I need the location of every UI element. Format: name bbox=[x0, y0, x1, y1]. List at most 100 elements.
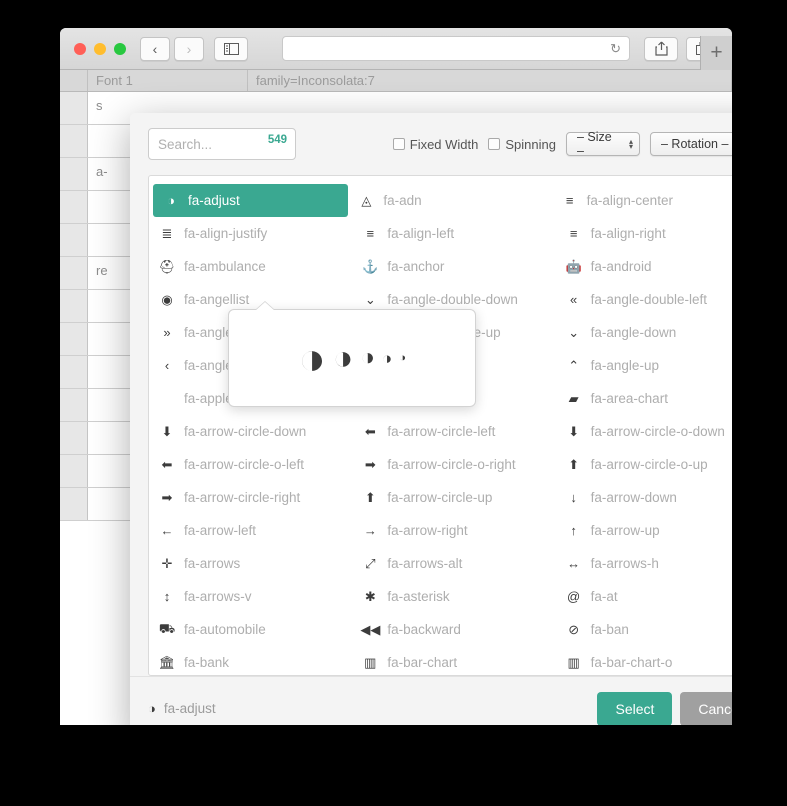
adn-icon: ◬ bbox=[361, 192, 372, 208]
fixed-width-checkbox[interactable] bbox=[392, 138, 405, 150]
modal-footer: ◑ fa-adjust Select Cancel bbox=[130, 676, 732, 725]
sidebar-toggle-icon[interactable] bbox=[214, 36, 248, 61]
icon-list-item[interactable]: ⌄ fa-angle-down bbox=[556, 316, 732, 349]
icon-list-item[interactable]: ◬ fa-adn bbox=[348, 184, 551, 217]
select-button[interactable]: Select bbox=[597, 691, 673, 725]
icon-name-label: fa-bar-chart bbox=[387, 655, 458, 670]
icon-list-item[interactable]: ◀◀ fa-backward bbox=[352, 613, 555, 646]
icon-list-item[interactable]: ⬅ fa-arrow-circle-left bbox=[352, 415, 555, 448]
icon-row: ⛑ fa-ambulance ⚓ fa-anchor 🤖 fa-android bbox=[149, 250, 732, 283]
new-tab-button[interactable]: + bbox=[700, 36, 732, 70]
window-controls[interactable] bbox=[74, 42, 126, 55]
row-gutter bbox=[60, 455, 88, 487]
icon-list-item[interactable]: ⛑ fa-ambulance bbox=[149, 250, 352, 283]
icon-list-item[interactable]: ⛟ fa-automobile bbox=[149, 613, 352, 646]
icon-list-item[interactable]: ⚓ fa-anchor bbox=[352, 250, 555, 283]
row-gutter bbox=[60, 422, 88, 454]
row-gutter bbox=[60, 158, 88, 190]
sidebar-icon bbox=[223, 42, 239, 55]
bar-chart-icon: ▥ bbox=[364, 654, 377, 670]
search-field-wrapper[interactable]: 549 bbox=[148, 128, 335, 160]
arrows-v-icon: ↕ bbox=[163, 589, 171, 604]
icon-name-label: fa-angellist bbox=[184, 292, 250, 307]
spinning-checkbox-group[interactable]: Spinning bbox=[488, 137, 556, 152]
spinning-checkbox[interactable] bbox=[488, 138, 501, 150]
footer-selected-icon-label: fa-adjust bbox=[163, 701, 216, 716]
arrows-alt-icon: ⤢ bbox=[365, 555, 376, 571]
icon-list-item[interactable]: ↓ fa-arrow-down bbox=[556, 481, 732, 514]
icon-list-item[interactable]: ⤢ fa-arrows-alt bbox=[352, 547, 555, 580]
icon-list-item[interactable]: ⬇ fa-arrow-circle-o-down bbox=[556, 415, 732, 448]
icon-list-item[interactable]: ▥ fa-bar-chart-o bbox=[556, 646, 732, 675]
close-window-button[interactable] bbox=[74, 42, 86, 55]
spreadsheet-header-row: Font 1 family=Inconsolata:7 bbox=[60, 70, 732, 92]
icon-name-label: fa-adn bbox=[383, 193, 422, 208]
arrow-circle-up-icon: ⬆ bbox=[364, 489, 376, 505]
forward-button[interactable]: › bbox=[174, 36, 204, 61]
icon-list-item[interactable]: ⊘ fa-ban bbox=[556, 613, 732, 646]
arrow-circle-down-icon: ⬇ bbox=[161, 423, 173, 439]
fixed-width-checkbox-group[interactable]: Fixed Width bbox=[392, 137, 478, 152]
cancel-button[interactable]: Cancel bbox=[680, 691, 732, 725]
icon-name-label: fa-backward bbox=[387, 622, 461, 637]
icon-name-label: fa-angle-up bbox=[590, 358, 659, 373]
search-input[interactable] bbox=[158, 136, 335, 152]
icon-name-label: fa-arrow-circle-down bbox=[184, 424, 307, 439]
navigation-buttons[interactable]: ‹ › bbox=[140, 36, 204, 61]
icon-list-item[interactable]: ≣ fa-align-justify bbox=[149, 217, 352, 250]
url-address-bar[interactable]: ↻ bbox=[282, 36, 630, 61]
rotation-select[interactable]: – Rotation – ▴▾ bbox=[650, 132, 732, 156]
adjust-icon: ◑ bbox=[148, 701, 156, 716]
icon-list-item[interactable]: ▰ fa-area-chart bbox=[556, 382, 732, 415]
arrow-circle-right-icon: ➡ bbox=[161, 489, 173, 505]
icon-list-item[interactable]: ↔ fa-arrows-h bbox=[556, 547, 732, 580]
icon-name-label: fa-align-left bbox=[387, 226, 455, 241]
minimize-window-button[interactable] bbox=[94, 42, 106, 55]
icon-picker-modal: 549 Fixed Width Spinning – Size – ▴▾ – R… bbox=[130, 113, 732, 725]
icon-row: 🏛 fa-bank ▥ fa-bar-chart ▥ fa-bar-chart-o bbox=[149, 646, 732, 675]
icon-list-item[interactable]: ≡ fa-align-center bbox=[552, 184, 732, 217]
icon-list-container[interactable]: ◑ fa-adjust ◬ fa-adn ≡ fa-align-center ≣ fa-ali… bbox=[148, 175, 732, 676]
icon-list-item[interactable]: ↑ fa-arrow-up bbox=[556, 514, 732, 547]
icon-list-item[interactable]: → fa-arrow-right bbox=[352, 514, 555, 547]
icon-list-item[interactable]: ◑ fa-adjust bbox=[153, 184, 349, 217]
icon-list-item[interactable]: ↕ fa-arrows-v bbox=[149, 580, 352, 613]
arrow-up-icon: ↑ bbox=[570, 523, 577, 538]
icon-list-item[interactable]: ≡ fa-align-right bbox=[556, 217, 732, 250]
reload-icon[interactable]: ↻ bbox=[610, 41, 621, 57]
icon-list-item[interactable]: ⬇ fa-arrow-circle-down bbox=[149, 415, 352, 448]
android-icon: 🤖 bbox=[565, 258, 582, 274]
row-gutter bbox=[60, 125, 88, 157]
back-button[interactable]: ‹ bbox=[140, 36, 170, 61]
size-select[interactable]: – Size – ▴ ▾ bbox=[566, 130, 640, 158]
icon-list-item[interactable]: ⬆ fa-arrow-circle-o-up bbox=[556, 448, 732, 481]
arrow-circle-left-icon: ⬅ bbox=[364, 423, 376, 439]
icon-name-label: fa-arrow-circle-up bbox=[387, 490, 493, 505]
icon-list-item[interactable]: « fa-angle-double-left bbox=[556, 283, 732, 316]
row-gutter bbox=[60, 290, 88, 322]
icon-list-item[interactable]: 🏛 fa-bank bbox=[149, 646, 352, 675]
icon-list-item[interactable]: ← fa-arrow-left bbox=[149, 514, 352, 547]
share-icon[interactable] bbox=[644, 36, 678, 61]
icon-list-item[interactable]: ⬆ fa-arrow-circle-up bbox=[352, 481, 555, 514]
angle-double-right-icon: » bbox=[163, 325, 171, 340]
icon-list-item[interactable]: ≡ fa-align-left bbox=[352, 217, 555, 250]
icon-list-item[interactable]: ✱ fa-asterisk bbox=[352, 580, 555, 613]
adjust-preview-icon: ◑ bbox=[298, 332, 326, 384]
icon-list-item[interactable]: 🤖 fa-android bbox=[556, 250, 732, 283]
angle-double-left-icon: « bbox=[570, 292, 578, 307]
maximize-window-button[interactable] bbox=[114, 42, 126, 55]
arrow-right-icon: → bbox=[363, 523, 377, 538]
icon-name-label: fa-android bbox=[590, 259, 652, 274]
icon-list-item[interactable]: @ fa-at bbox=[556, 580, 732, 613]
icon-name-label: fa-arrow-circle-o-down bbox=[590, 424, 725, 439]
icon-list-item[interactable]: ✛ fa-arrows bbox=[149, 547, 352, 580]
rotation-select-value: – Rotation – bbox=[661, 137, 729, 151]
icon-list-item[interactable]: ⬅ fa-arrow-circle-o-left bbox=[149, 448, 352, 481]
icon-preview-tooltip: ◑ ◑ ◑ ◑ ◑ bbox=[228, 301, 476, 407]
icon-list-item[interactable]: ➡ fa-arrow-circle-right bbox=[149, 481, 352, 514]
icon-row: ↕ fa-arrows-v ✱ fa-asterisk @ fa-at bbox=[149, 580, 732, 613]
icon-list-item[interactable]: ➡ fa-arrow-circle-o-right bbox=[352, 448, 555, 481]
icon-list-item[interactable]: ⌃ fa-angle-up bbox=[556, 349, 732, 382]
icon-list-item[interactable]: ▥ fa-bar-chart bbox=[352, 646, 555, 675]
